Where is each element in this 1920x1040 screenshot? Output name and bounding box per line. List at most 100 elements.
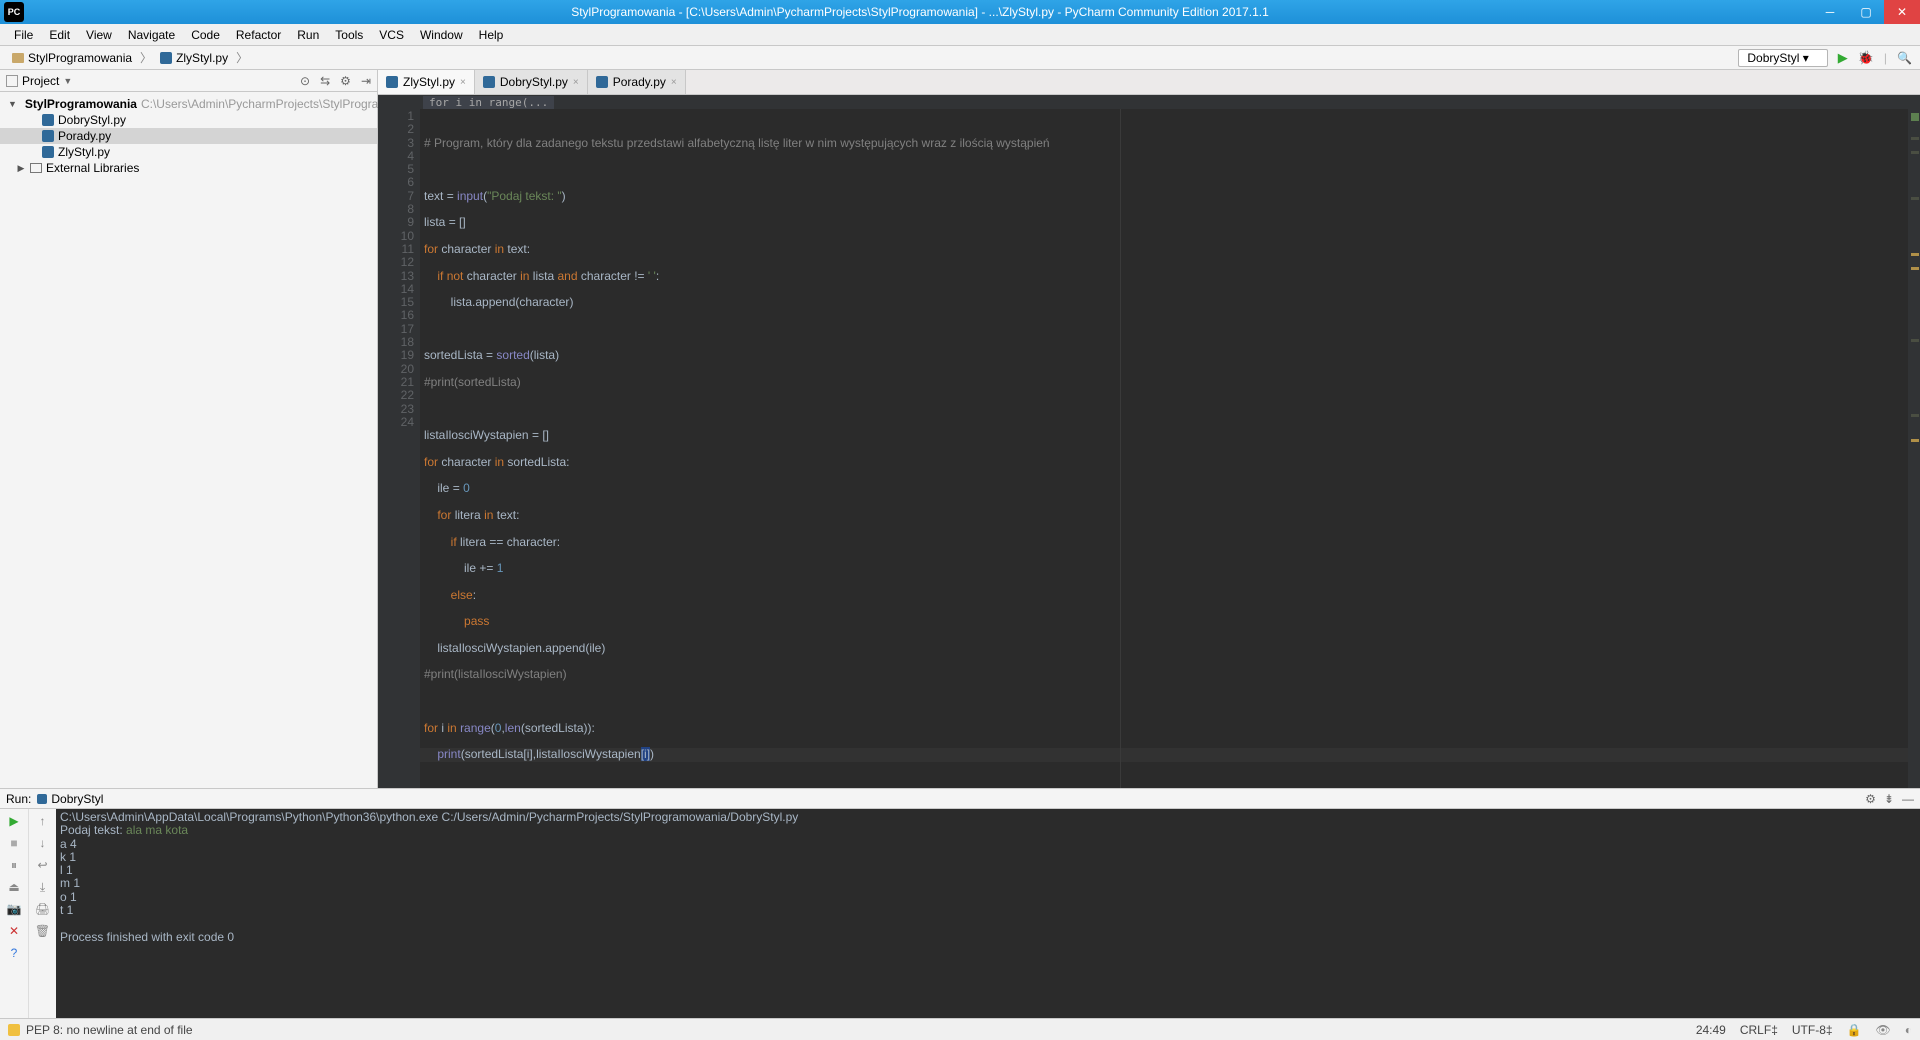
hide-icon[interactable]: ⇥ bbox=[361, 74, 371, 88]
error-stripe[interactable] bbox=[1908, 109, 1920, 788]
maximize-button[interactable]: ▢ bbox=[1848, 0, 1884, 24]
mark-icon[interactable] bbox=[1911, 137, 1919, 140]
help-icon[interactable]: ? bbox=[6, 945, 22, 961]
pause-icon[interactable]: ⏸ bbox=[6, 857, 22, 873]
tree-libs-label: External Libraries bbox=[46, 161, 139, 175]
menu-edit[interactable]: Edit bbox=[41, 26, 78, 44]
menu-run[interactable]: Run bbox=[289, 26, 327, 44]
close-button[interactable]: ✕ bbox=[1884, 0, 1920, 24]
tree-file[interactable]: ZlyStyl.py bbox=[0, 144, 377, 160]
console-exec: C:\Users\Admin\AppData\Local\Programs\Py… bbox=[60, 810, 798, 824]
wrap-icon[interactable]: ↩ bbox=[35, 857, 51, 873]
search-icon[interactable]: 🔍 bbox=[1897, 51, 1912, 65]
chevron-right-icon[interactable]: ▶ bbox=[16, 163, 26, 174]
chevron-down-icon[interactable]: ▼ bbox=[8, 99, 17, 109]
indicator-icon[interactable]: ◐ bbox=[1905, 1023, 1912, 1037]
menu-file[interactable]: File bbox=[6, 26, 41, 44]
gear-icon[interactable]: ⚙ bbox=[340, 74, 351, 88]
menu-help[interactable]: Help bbox=[471, 26, 512, 44]
warning-icon[interactable] bbox=[1911, 267, 1919, 270]
menu-code[interactable]: Code bbox=[183, 26, 228, 44]
run-header: Run: DobryStyl ⚙ ⇟ — bbox=[0, 789, 1920, 809]
print-icon[interactable]: 🖨 bbox=[35, 901, 51, 917]
tree-libs[interactable]: ▶ External Libraries bbox=[0, 160, 377, 176]
status-encoding[interactable]: UTF-8‡ bbox=[1792, 1023, 1833, 1037]
close-icon[interactable]: ✕ bbox=[6, 923, 22, 939]
project-header: Project ▼ ⊙ ⇆ ⚙ ⇥ bbox=[0, 70, 377, 92]
stop-icon[interactable]: ■ bbox=[6, 835, 22, 851]
python-icon bbox=[386, 76, 398, 88]
run-panel: Run: DobryStyl ⚙ ⇟ — ▶ ■ ⏸ ⏏ 📷 ✕ ? ↑ ↓ ↩… bbox=[0, 788, 1920, 1018]
menu-view[interactable]: View bbox=[78, 26, 120, 44]
code[interactable]: # Program, który dla zadanego tekstu prz… bbox=[420, 109, 1920, 788]
down-icon[interactable]: ↓ bbox=[35, 835, 51, 851]
lock-icon[interactable]: 🔒 bbox=[1847, 1023, 1862, 1037]
menu-vcs[interactable]: VCS bbox=[371, 26, 412, 44]
crumb-file[interactable]: ZlyStyl.py bbox=[156, 49, 232, 67]
exit-icon[interactable]: ⏏ bbox=[6, 879, 22, 895]
mark-icon[interactable] bbox=[1911, 414, 1919, 417]
run-toolbar-2: ↑ ↓ ↩ ⤓ 🖨 🗑 bbox=[28, 809, 56, 1018]
mark-icon[interactable] bbox=[1911, 151, 1919, 154]
collapse-icon[interactable]: ⊙ bbox=[300, 74, 310, 88]
warning-icon[interactable] bbox=[8, 1024, 20, 1036]
code-context-label: for i in range(... bbox=[423, 96, 554, 109]
python-icon bbox=[160, 52, 172, 64]
crumb-project[interactable]: StylProgramowania bbox=[8, 49, 136, 67]
inspector-icon[interactable]: 👁 bbox=[1876, 1023, 1891, 1037]
close-icon[interactable]: × bbox=[460, 77, 466, 88]
pin-icon[interactable]: ⇟ bbox=[1884, 792, 1894, 806]
clear-icon[interactable]: 🗑 bbox=[35, 923, 51, 939]
mark-icon[interactable] bbox=[1911, 339, 1919, 342]
tree-root[interactable]: ▼ StylProgramowaniaC:\Users\Admin\Pychar… bbox=[0, 96, 377, 112]
console-line: a 4 bbox=[60, 837, 77, 851]
debug-icon[interactable]: 🐞 bbox=[1858, 50, 1874, 66]
project-tree: ▼ StylProgramowaniaC:\Users\Admin\Pychar… bbox=[0, 92, 377, 180]
tab-porady[interactable]: Porady.py× bbox=[588, 70, 686, 94]
mark-icon[interactable] bbox=[1911, 197, 1919, 200]
rerun-icon[interactable]: ▶ bbox=[6, 813, 22, 829]
chevron-down-icon[interactable]: ▼ bbox=[63, 76, 72, 86]
editor: ZlyStyl.py × DobryStyl.py× Porady.py× for… bbox=[378, 70, 1920, 788]
expand-icon[interactable]: ⇆ bbox=[320, 74, 330, 88]
project-panel: Project ▼ ⊙ ⇆ ⚙ ⇥ ▼ StylProgramowaniaC:\… bbox=[0, 70, 378, 788]
hide-icon[interactable]: — bbox=[1902, 792, 1914, 806]
tree-file-label: Porady.py bbox=[58, 129, 111, 143]
console[interactable]: C:\Users\Admin\AppData\Local\Programs\Py… bbox=[56, 809, 1920, 1018]
python-icon bbox=[596, 76, 608, 88]
console-exit: Process finished with exit code 0 bbox=[60, 930, 234, 944]
minimize-button[interactable]: ─ bbox=[1812, 0, 1848, 24]
status-position[interactable]: 24:49 bbox=[1696, 1023, 1726, 1037]
close-icon[interactable]: × bbox=[671, 77, 677, 88]
close-icon[interactable]: × bbox=[573, 77, 579, 88]
gear-icon[interactable]: ⚙ bbox=[1865, 792, 1876, 806]
navbar: StylProgramowania 〉 ZlyStyl.py 〉 DobrySt… bbox=[0, 46, 1920, 70]
menu-tools[interactable]: Tools bbox=[327, 26, 371, 44]
up-icon[interactable]: ↑ bbox=[35, 813, 51, 829]
tree-file[interactable]: Porady.py bbox=[0, 128, 377, 144]
status-eol[interactable]: CRLF‡ bbox=[1740, 1023, 1778, 1037]
gutter: 123456789101112131415161718192021222324 bbox=[378, 109, 420, 788]
warning-icon[interactable] bbox=[1911, 253, 1919, 256]
console-line: k 1 bbox=[60, 850, 76, 864]
window-title: StylProgramowania - [C:\Users\Admin\Pych… bbox=[28, 5, 1812, 19]
tree-file[interactable]: DobryStyl.py bbox=[0, 112, 377, 128]
tab-zlystyl[interactable]: ZlyStyl.py × bbox=[378, 70, 475, 94]
code-area[interactable]: 123456789101112131415161718192021222324 … bbox=[378, 109, 1920, 788]
warning-icon[interactable] bbox=[1911, 439, 1919, 442]
crumb-sep-icon: 〉 bbox=[140, 49, 152, 66]
run-icon[interactable]: ▶ bbox=[1838, 50, 1848, 66]
run-config-select[interactable]: DobryStyl ▾ bbox=[1738, 49, 1827, 67]
console-prompt: Podaj tekst: ala ma kota bbox=[60, 823, 188, 837]
dump-icon[interactable]: 📷 bbox=[6, 901, 22, 917]
menu-refactor[interactable]: Refactor bbox=[228, 26, 289, 44]
tab-dobrystyl[interactable]: DobryStyl.py× bbox=[475, 70, 588, 94]
scroll-icon[interactable]: ⤓ bbox=[35, 879, 51, 895]
menu-window[interactable]: Window bbox=[412, 26, 471, 44]
tab-label: ZlyStyl.py bbox=[403, 75, 455, 89]
console-line: l 1 bbox=[60, 863, 73, 877]
tree-file-label: ZlyStyl.py bbox=[58, 145, 110, 159]
menu-navigate[interactable]: Navigate bbox=[120, 26, 183, 44]
inspection-ok-icon bbox=[1911, 113, 1919, 121]
console-line: m 1 bbox=[60, 876, 80, 890]
